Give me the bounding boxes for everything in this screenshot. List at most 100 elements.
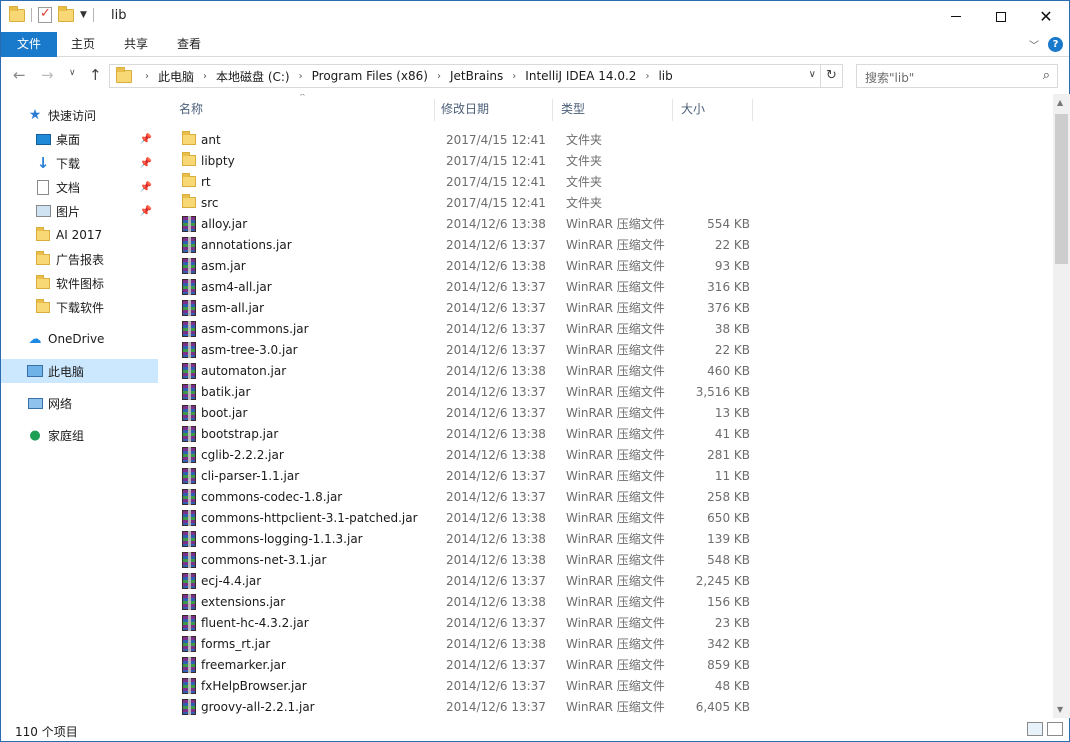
- nav-quick-access[interactable]: ★ 快速访问: [1, 103, 158, 127]
- table-row[interactable]: asm-commons.jar 2014/12/6 13:37 WinRAR 压缩文…: [171, 318, 751, 339]
- chevron-right-icon[interactable]: ›: [512, 71, 516, 82]
- nav-network[interactable]: 网络: [1, 391, 158, 415]
- customize-toolbar-dropdown-icon[interactable]: ▼: [80, 10, 87, 20]
- table-row[interactable]: bootstrap.jar 2014/12/6 13:38 WinRAR 压缩文件 4…: [171, 423, 751, 444]
- back-button[interactable]: ←: [13, 66, 26, 84]
- close-button[interactable]: ✕: [1023, 1, 1069, 32]
- scroll-up-icon[interactable]: ▲: [1057, 98, 1063, 107]
- help-icon[interactable]: ?: [1048, 37, 1063, 52]
- up-button[interactable]: ↑: [89, 66, 102, 84]
- table-row[interactable]: commons-net-3.1.jar 2014/12/6 13:38 WinRAR…: [171, 549, 751, 570]
- table-row[interactable]: ecj-4.4.jar 2014/12/6 13:37 WinRAR 压缩文件 2,2…: [171, 570, 751, 591]
- file-date: 2014/12/6 13:37: [446, 468, 546, 483]
- table-row[interactable]: commons-httpclient-3.1-patched.jar 2014/1…: [171, 507, 751, 528]
- pin-icon[interactable]: 📌: [140, 206, 152, 217]
- nav-documents[interactable]: 文档 📌: [1, 175, 158, 199]
- chevron-right-icon[interactable]: ›: [645, 71, 649, 82]
- chevron-right-icon[interactable]: ›: [145, 71, 149, 82]
- table-row[interactable]: alloy.jar 2014/12/6 13:38 WinRAR 压缩文件 554 K…: [171, 213, 751, 234]
- column-header-type[interactable]: 类型: [553, 99, 673, 121]
- pin-icon[interactable]: 📌: [140, 158, 152, 169]
- table-row[interactable]: fluent-hc-4.3.2.jar 2014/12/6 13:37 WinRAR…: [171, 612, 751, 633]
- breadcrumb-program-files[interactable]: Program Files (x86): [312, 69, 428, 83]
- expand-ribbon-icon[interactable]: ﹀: [1029, 37, 1039, 52]
- breadcrumb-intellij[interactable]: IntelliJ IDEA 14.0.2: [525, 69, 636, 83]
- breadcrumb-jetbrains[interactable]: JetBrains: [450, 69, 503, 83]
- tab-view[interactable]: 查看: [165, 32, 213, 57]
- refresh-button[interactable]: ↻: [820, 65, 842, 87]
- chevron-right-icon[interactable]: ›: [203, 71, 207, 82]
- nav-label: 下载软件: [56, 300, 105, 315]
- table-row[interactable]: ant 2017/4/15 12:41 文件夹: [171, 129, 751, 150]
- nav-downloads[interactable]: ↓ 下载 📌: [1, 151, 158, 175]
- nav-homegroup[interactable]: ● 家庭组: [1, 423, 158, 447]
- table-row[interactable]: batik.jar 2014/12/6 13:37 WinRAR 压缩文件 3,516…: [171, 381, 751, 402]
- table-row[interactable]: commons-logging-1.1.3.jar 2014/12/6 13:38…: [171, 528, 751, 549]
- table-row[interactable]: asm-all.jar 2014/12/6 13:37 WinRAR 压缩文件 376…: [171, 297, 751, 318]
- table-row[interactable]: rt 2017/4/15 12:41 文件夹: [171, 171, 751, 192]
- column-header-size[interactable]: 大小: [673, 99, 753, 121]
- scroll-down-icon[interactable]: ▼: [1057, 705, 1063, 714]
- chevron-right-icon[interactable]: ›: [437, 71, 441, 82]
- pin-icon[interactable]: 📌: [140, 182, 152, 193]
- file-type: WinRAR 压缩文件: [566, 385, 665, 399]
- nav-folder-ad-reports[interactable]: 广告报表: [1, 247, 158, 271]
- address-dropdown-icon[interactable]: ∨: [809, 69, 816, 80]
- nav-folder-software-icons[interactable]: 软件图标: [1, 271, 158, 295]
- breadcrumb-lib[interactable]: lib: [658, 69, 672, 83]
- table-row[interactable]: asm.jar 2014/12/6 13:38 WinRAR 压缩文件 93 KB: [171, 255, 751, 276]
- column-header-date[interactable]: 修改日期: [433, 99, 553, 121]
- file-type: 文件夹: [566, 196, 603, 210]
- file-name: rt: [201, 174, 211, 189]
- table-row[interactable]: fxHelpBrowser.jar 2014/12/6 13:37 WinRAR 压…: [171, 675, 751, 696]
- table-row[interactable]: asm-tree-3.0.jar 2014/12/6 13:37 WinRAR 压缩…: [171, 339, 751, 360]
- scroll-thumb[interactable]: [1055, 114, 1068, 264]
- table-row[interactable]: libpty 2017/4/15 12:41 文件夹: [171, 150, 751, 171]
- table-row[interactable]: src 2017/4/15 12:41 文件夹: [171, 192, 751, 213]
- table-row[interactable]: annotations.jar 2014/12/6 13:37 WinRAR 压缩文…: [171, 234, 751, 255]
- winrar-archive-icon: [181, 614, 197, 631]
- breadcrumb-this-pc[interactable]: 此电脑: [158, 68, 194, 85]
- table-row[interactable]: cli-parser-1.1.jar 2014/12/6 13:37 WinRAR …: [171, 465, 751, 486]
- tab-file[interactable]: 文件: [1, 32, 57, 57]
- nav-label: 文档: [56, 180, 81, 195]
- table-row[interactable]: asm4-all.jar 2014/12/6 13:37 WinRAR 压缩文件 31…: [171, 276, 751, 297]
- nav-label: AI 2017: [56, 228, 103, 242]
- table-row[interactable]: commons-codec-1.8.jar 2014/12/6 13:37 WinR…: [171, 486, 751, 507]
- file-date: 2014/12/6 13:38: [446, 552, 546, 567]
- nav-folder-download-software[interactable]: 下载软件: [1, 295, 158, 319]
- pin-icon[interactable]: 📌: [140, 134, 152, 145]
- table-row[interactable]: automaton.jar 2014/12/6 13:38 WinRAR 压缩文件 4…: [171, 360, 751, 381]
- nav-this-pc[interactable]: 此电脑: [1, 359, 158, 383]
- new-folder-icon[interactable]: [58, 5, 74, 22]
- maximize-button[interactable]: [978, 1, 1024, 32]
- table-row[interactable]: cglib-2.2.2.jar 2014/12/6 13:38 WinRAR 压缩文…: [171, 444, 751, 465]
- file-name: commons-codec-1.8.jar: [201, 489, 343, 504]
- nav-pictures[interactable]: 图片 📌: [1, 199, 158, 223]
- tab-home[interactable]: 主页: [59, 32, 107, 57]
- nav-onedrive[interactable]: ☁ OneDrive: [1, 327, 158, 351]
- nav-desktop[interactable]: 桌面 📌: [1, 127, 158, 151]
- address-bar[interactable]: › 此电脑 › 本地磁盘 (C:) › Program Files (x86) …: [109, 64, 843, 88]
- tab-share[interactable]: 共享: [112, 32, 160, 57]
- properties-icon[interactable]: [38, 6, 52, 23]
- nav-folder-ai2017[interactable]: AI 2017: [1, 223, 158, 247]
- search-input[interactable]: 搜索"lib" ⌕: [856, 64, 1058, 88]
- table-row[interactable]: freemarker.jar 2014/12/6 13:37 WinRAR 压缩文件…: [171, 654, 751, 675]
- table-row[interactable]: groovy-all-2.2.1.jar 2014/12/6 13:37 WinRA…: [171, 696, 751, 717]
- breadcrumb-local-disk[interactable]: 本地磁盘 (C:): [216, 68, 290, 85]
- minimize-button[interactable]: [933, 1, 979, 32]
- large-icons-view-button[interactable]: [1047, 722, 1063, 736]
- search-icon[interactable]: ⌕: [1043, 68, 1050, 83]
- folder-icon: [9, 5, 25, 22]
- table-row[interactable]: boot.jar 2014/12/6 13:37 WinRAR 压缩文件 13 KB: [171, 402, 751, 423]
- vertical-scrollbar[interactable]: ▲ ▼: [1053, 94, 1070, 718]
- table-row[interactable]: extensions.jar 2014/12/6 13:38 WinRAR 压缩文件…: [171, 591, 751, 612]
- details-view-button[interactable]: [1027, 722, 1043, 736]
- forward-button[interactable]: →: [41, 66, 54, 84]
- column-header-name[interactable]: 名称: [171, 99, 435, 121]
- recent-locations-dropdown-icon[interactable]: ∨: [69, 68, 76, 78]
- table-row[interactable]: forms_rt.jar 2014/12/6 13:38 WinRAR 压缩文件 34…: [171, 633, 751, 654]
- file-name: bootstrap.jar: [201, 426, 279, 441]
- chevron-right-icon[interactable]: ›: [299, 71, 303, 82]
